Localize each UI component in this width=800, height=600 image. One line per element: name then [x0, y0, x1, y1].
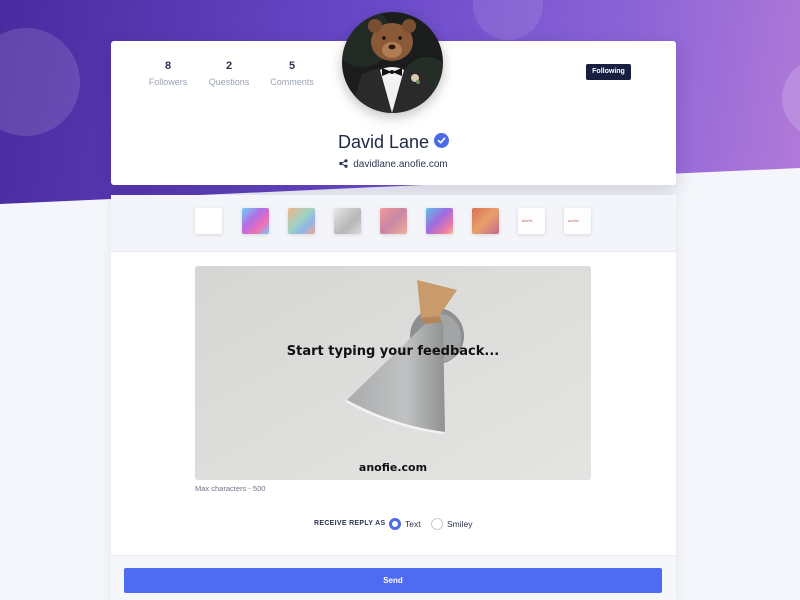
swatch-pastel[interactable]: [288, 208, 315, 234]
feedback-placeholder: Start typing your feedback...: [286, 344, 500, 359]
anofie-watermark: anofie.com: [358, 461, 428, 474]
profile-link-row: davidlane.anofie.com: [111, 158, 676, 172]
reply-label: RECEIVE REPLY AS: [314, 520, 386, 527]
swatch-white[interactable]: [195, 208, 222, 234]
avatar: [342, 12, 443, 113]
swatch-logo-text: anofie: [568, 219, 579, 223]
profile-name-row: David Lane: [111, 131, 676, 153]
stat-value: 2: [225, 60, 233, 72]
max-characters-hint: Max characters - 500: [195, 484, 266, 493]
stat-label: Questions: [208, 77, 250, 87]
stat-questions[interactable]: 2 Questions: [194, 60, 264, 88]
stat-label: Followers: [148, 77, 188, 87]
stat-comments[interactable]: 5 Comments: [257, 60, 327, 88]
swatch-marble[interactable]: [426, 208, 453, 234]
profile-website-link[interactable]: davidlane.anofie.com: [353, 159, 448, 170]
verified-icon: [434, 133, 450, 148]
reply-text-label[interactable]: Text: [405, 519, 421, 529]
swatch-anofie-logo[interactable]: anofie: [518, 208, 545, 234]
avatar-image: [342, 12, 443, 113]
swatch-holographic[interactable]: [242, 208, 269, 234]
decor-circle: [473, 0, 543, 40]
decor-circle: [782, 58, 800, 138]
reply-smiley-label[interactable]: Smiley: [447, 519, 473, 529]
feedback-input[interactable]: Start typing your feedback... anofie.com: [195, 266, 591, 480]
profile-name: David Lane: [337, 132, 430, 152]
reply-text-radio[interactable]: [389, 518, 401, 530]
reply-options: RECEIVE REPLY AS Text Smiley: [111, 518, 676, 532]
swatch-anofie-logo-alt[interactable]: anofie: [564, 208, 591, 234]
swatch-logo-text: anofie: [522, 219, 533, 223]
background-picker: anofie anofie: [111, 195, 676, 252]
stat-followers[interactable]: 8 Followers: [133, 60, 203, 88]
share-icon: [339, 159, 348, 172]
following-button[interactable]: Following: [586, 64, 631, 80]
send-button[interactable]: Send: [124, 568, 662, 593]
reply-smiley-radio[interactable]: [431, 518, 443, 530]
lamp-background-image: [195, 266, 591, 480]
swatch-wood[interactable]: [472, 208, 499, 234]
feedback-card: anofie anofie Start typing your feedback…: [111, 195, 676, 600]
stat-value: 5: [288, 60, 296, 72]
send-bar: Send: [111, 555, 676, 600]
stat-label: Comments: [270, 77, 314, 87]
stat-value: 8: [164, 60, 172, 72]
decor-circle: [0, 28, 80, 136]
swatch-rose[interactable]: [380, 208, 407, 234]
swatch-grey[interactable]: [334, 208, 361, 234]
